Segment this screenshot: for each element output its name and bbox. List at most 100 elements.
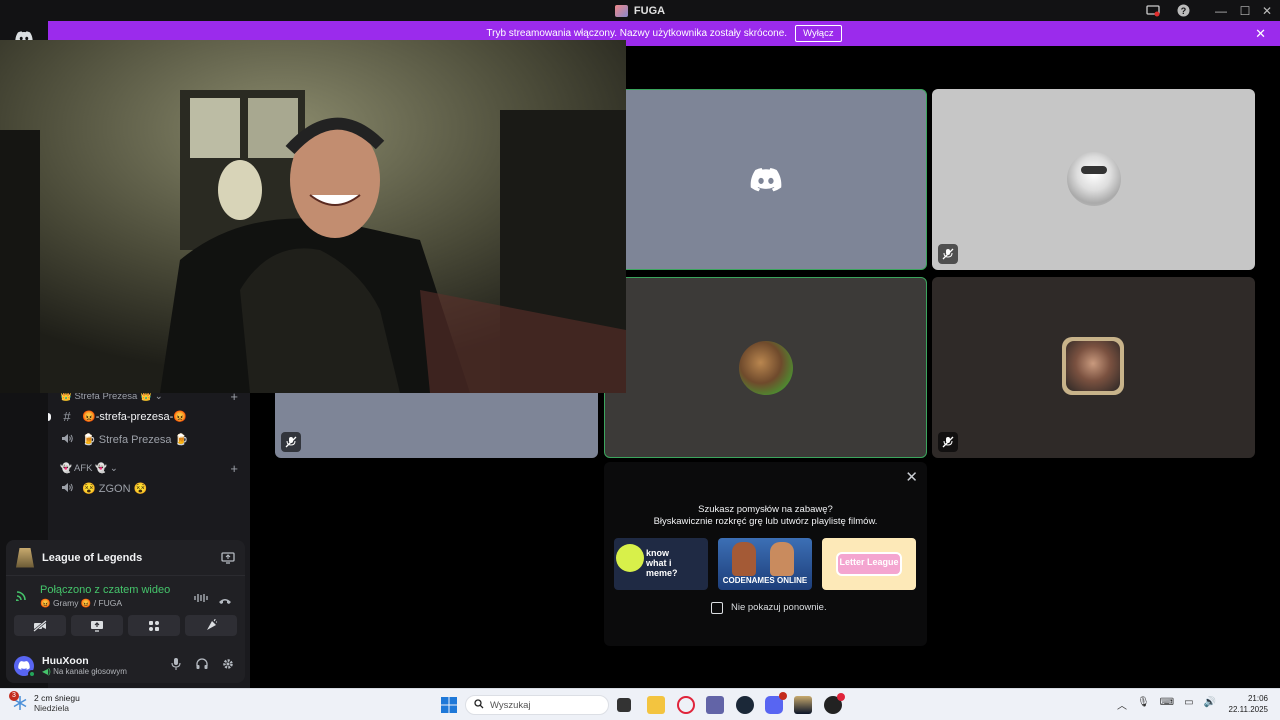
avatar [1067, 152, 1121, 206]
username: HuuXoon [42, 655, 89, 667]
file-explorer-icon[interactable] [647, 696, 665, 714]
close-icon[interactable]: ✕ [905, 468, 918, 486]
channel-label: 😵 ZGON 😵 [82, 482, 148, 495]
close-window-icon[interactable]: ✕ [1258, 0, 1276, 21]
banner-close-icon[interactable]: ✕ [1255, 26, 1266, 42]
taskbar-search[interactable]: Wyszukaj [465, 695, 609, 715]
webcam-image [0, 40, 626, 393]
svg-text:?: ? [1180, 6, 1186, 16]
microphone-tray-icon[interactable]: 🎙 [1137, 697, 1150, 712]
weather-day: Niedziela [34, 703, 69, 713]
video-tile-user-2[interactable] [932, 89, 1255, 270]
activity-title: Szukasz pomysłów na zabawę? [698, 504, 833, 515]
activity-prompt: Szukasz pomysłów na zabawę? Błyskawiczni… [604, 504, 927, 528]
steam-icon[interactable] [736, 696, 754, 714]
noise-suppression-icon[interactable] [194, 590, 208, 608]
help-icon[interactable]: ? [1174, 0, 1192, 21]
window-title-text: FUGA [633, 4, 666, 17]
channel-zgon[interactable]: 😵 ZGON 😵 [58, 478, 240, 498]
microphone-icon[interactable] [167, 658, 185, 673]
online-status-dot [28, 669, 36, 678]
hashtag-icon: # [63, 408, 71, 424]
muted-icon [281, 432, 301, 452]
maximize-icon[interactable]: ☐ [1236, 0, 1254, 21]
meme-character-icon [616, 544, 644, 572]
activity-row: League of Legends [6, 540, 245, 576]
opera-icon[interactable] [677, 696, 695, 714]
activities-button[interactable] [128, 615, 180, 636]
current-user: HuuXoon ◀) Na kanale głosowym [6, 648, 245, 683]
activity-card-know-what-i-meme[interactable]: know what i meme? [614, 538, 708, 590]
search-placeholder: Wyszukaj [490, 699, 531, 711]
chevron-up-icon[interactable]: ︿ [1117, 697, 1127, 712]
speaker-icon [60, 481, 74, 496]
channel-label: 😡-strefa-prezesa-😡 [82, 410, 188, 423]
discord-taskbar-icon[interactable] [765, 692, 787, 714]
keyboard-icon[interactable]: ⌨ [1160, 697, 1174, 712]
banner-text: Tryb streamowania włączony. Nazwy użytko… [486, 28, 788, 39]
minimize-icon[interactable]: — [1212, 0, 1230, 21]
avatar [739, 341, 793, 395]
video-tile-discord[interactable] [604, 89, 927, 270]
muted-icon [938, 432, 958, 452]
category-label: 👻 AFK 👻 [60, 463, 107, 474]
disconnect-icon[interactable] [218, 592, 232, 610]
soundboard-button[interactable] [185, 615, 237, 636]
speaker-icon: ◀) [42, 667, 51, 676]
headphones-icon[interactable] [193, 658, 211, 673]
activity-suggestions: ✕ Szukasz pomysłów na zabawę? Błyskawicz… [604, 462, 927, 646]
notification-badge: 3 [9, 691, 19, 701]
channel-label: 🍺 Strefa Prezesa 🍺 [82, 433, 189, 446]
voice-status[interactable]: Połączono z czatem wideo [40, 584, 170, 596]
activity-subtitle: Błyskawicznie rozkręć grę lub utwórz pla… [653, 516, 878, 527]
gear-icon[interactable] [219, 658, 237, 673]
activity-card-letter-league[interactable]: Letter League [822, 538, 916, 590]
game-name: League of Legends [42, 551, 143, 564]
muted-icon [938, 244, 958, 264]
screen-share-icon[interactable] [1144, 0, 1162, 21]
stream-game-icon[interactable] [221, 551, 235, 564]
weather-widget[interactable]: 3 2 cm śniegu Niedziela [9, 691, 80, 713]
activity-card-codenames-online[interactable]: CODENAMES ONLINE [718, 538, 812, 590]
task-view-icon[interactable] [617, 698, 631, 712]
unread-indicator [48, 413, 51, 421]
activity-card-label: CODENAMES ONLINE [722, 576, 808, 585]
title-bar: FUGA ? — ☐ ✕ [0, 0, 1280, 21]
avatar-frame [1062, 337, 1124, 395]
share-screen-button[interactable] [71, 615, 123, 636]
video-tile-user-5[interactable] [932, 277, 1255, 458]
chevron-down-icon: ⌄ [109, 463, 118, 474]
video-tile-user-4[interactable] [604, 277, 927, 458]
activity-card-label: Letter League [839, 557, 899, 567]
webcam-overlay [0, 40, 626, 393]
user-panel: League of Legends Połączono z czatem wid… [6, 540, 245, 683]
dont-show-again-checkbox[interactable] [711, 602, 723, 614]
user-status-text: Na kanale głosowym [53, 667, 127, 676]
server-icon [614, 4, 628, 17]
category-afk[interactable]: 👻 AFK 👻 ⌄ [60, 463, 118, 474]
camera-off-button[interactable] [14, 615, 66, 636]
window-title: FUGA [614, 4, 666, 17]
discord-logo-icon [750, 168, 782, 197]
display-icon[interactable]: ▭ [1184, 697, 1193, 712]
snow-icon: 3 [9, 691, 28, 711]
league-client-icon[interactable] [794, 696, 812, 714]
search-icon [474, 698, 484, 712]
clock[interactable]: 21:06 22.11.2025 [1229, 693, 1268, 715]
activity-card-label: know what i meme? [646, 548, 678, 578]
channel-strefa-prezesa-voice[interactable]: 🍺 Strefa Prezesa 🍺 [58, 429, 240, 449]
windows-start-icon[interactable] [440, 696, 458, 714]
taskbar: 3 2 cm śniegu Niedziela Wyszukaj ︿ 🎙 ⌨ ▭… [0, 688, 1280, 720]
avatar[interactable] [14, 655, 36, 678]
dont-show-again-label: Nie pokazuj ponownie. [731, 602, 827, 613]
user-status: ◀) Na kanale głosowym [42, 667, 159, 676]
volume-icon[interactable]: 🔊 [1204, 697, 1216, 712]
avatar [1066, 341, 1120, 391]
channel-strefa-prezesa-text[interactable]: # 😡-strefa-prezesa-😡 [58, 406, 240, 426]
obs-icon[interactable] [824, 693, 845, 714]
time: 21:06 [1247, 694, 1268, 703]
add-channel-icon[interactable]: + [230, 461, 238, 476]
voice-channel-name: 😡 Gramy 😡 / FUGA [40, 598, 123, 608]
disable-streamer-mode-button[interactable]: Wyłącz [795, 25, 842, 42]
teams-icon[interactable] [706, 696, 724, 714]
